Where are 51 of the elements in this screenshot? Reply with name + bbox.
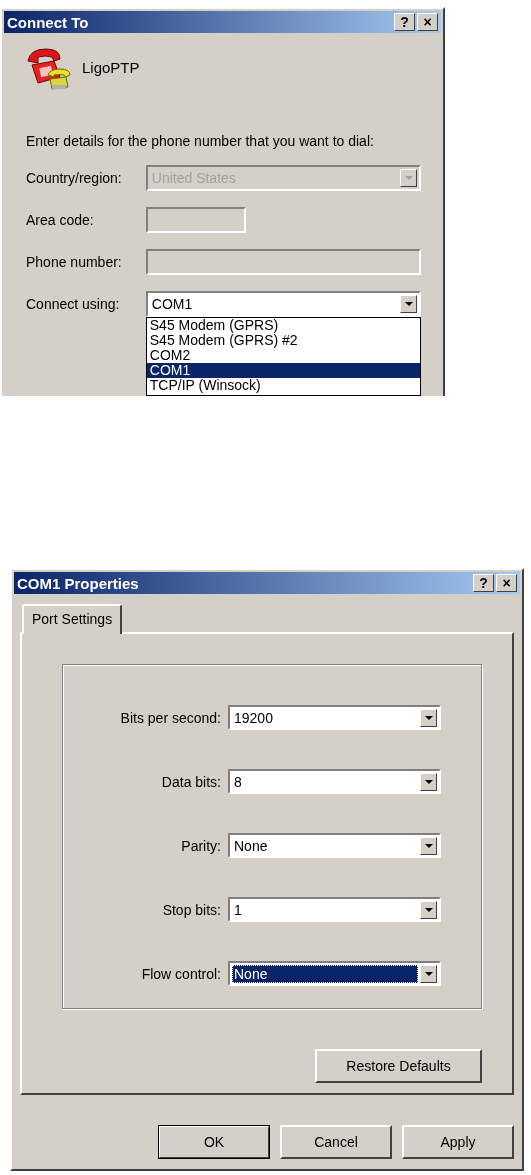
instruction-text: Enter details for the phone number that you want to dial:	[26, 133, 375, 149]
dropdown-button[interactable]	[420, 708, 437, 727]
dropdown-field[interactable]: COM1	[145, 291, 421, 317]
dropdown-value: None	[233, 836, 269, 855]
dropdown-field[interactable]: 8	[228, 769, 441, 794]
dialog-button[interactable]: Cancel	[280, 1125, 392, 1159]
close-button[interactable]: ×	[496, 574, 517, 592]
caret-icon	[424, 779, 433, 784]
dropdown-option[interactable]: S45 Modem (GPRS)	[146, 318, 420, 333]
dropdown-button[interactable]	[420, 964, 437, 983]
dropdown-field[interactable]: 19200	[228, 705, 441, 730]
field-label: Data bits:	[160, 773, 222, 790]
field-label: Bits per second:	[119, 709, 222, 726]
dropdown-field[interactable]: 1	[228, 897, 441, 922]
field-label: Flow control:	[140, 965, 222, 982]
window-title: Connect To	[7, 13, 89, 31]
dialog-button[interactable]: Apply	[402, 1125, 514, 1159]
field-label: Phone number:	[25, 253, 123, 270]
field-label: Stop bits:	[161, 901, 222, 918]
caret-icon	[404, 302, 413, 306]
close-button[interactable]: ×	[417, 13, 438, 31]
dropdown-option[interactable]: TCP/IP (Winsock)	[146, 378, 420, 393]
dropdown-value: 8	[233, 772, 243, 791]
caret-icon	[404, 176, 413, 180]
dropdown-button[interactable]	[420, 900, 437, 919]
dropdown-value: None	[232, 964, 418, 983]
dropdown-option[interactable]: COM2	[146, 348, 420, 363]
field-label: Parity:	[180, 837, 222, 854]
window-title: COM1 Properties	[17, 574, 139, 592]
dropdown-button[interactable]	[420, 836, 437, 855]
connection-name: LigoPTP	[82, 58, 140, 76]
field-label: Connect using:	[25, 295, 121, 312]
tab[interactable]: Port Settings	[22, 604, 123, 634]
caret-icon	[424, 971, 433, 976]
field-label: Area code:	[25, 211, 95, 228]
dropdown-option[interactable]: COM1	[146, 363, 420, 378]
dialog-button[interactable]: OK	[158, 1125, 270, 1159]
dropdown-option[interactable]: S45 Modem (GPRS) #2	[146, 333, 420, 348]
caret-icon	[424, 907, 433, 912]
restore-defaults-button[interactable]: Restore Defaults	[315, 1049, 482, 1083]
help-button[interactable]: ?	[394, 13, 415, 31]
help-button[interactable]: ?	[473, 574, 494, 592]
dropdown-field[interactable]: None	[228, 833, 441, 858]
dropdown-field[interactable]: None	[228, 961, 441, 986]
dropdown-value: 1	[233, 900, 243, 919]
dropdown-value: 19200	[233, 708, 274, 727]
dropdown-button[interactable]	[400, 295, 417, 313]
caret-icon	[424, 715, 433, 720]
dropdown-button[interactable]	[420, 772, 437, 791]
caret-icon	[424, 843, 433, 848]
field-label: Country/region:	[25, 169, 123, 186]
